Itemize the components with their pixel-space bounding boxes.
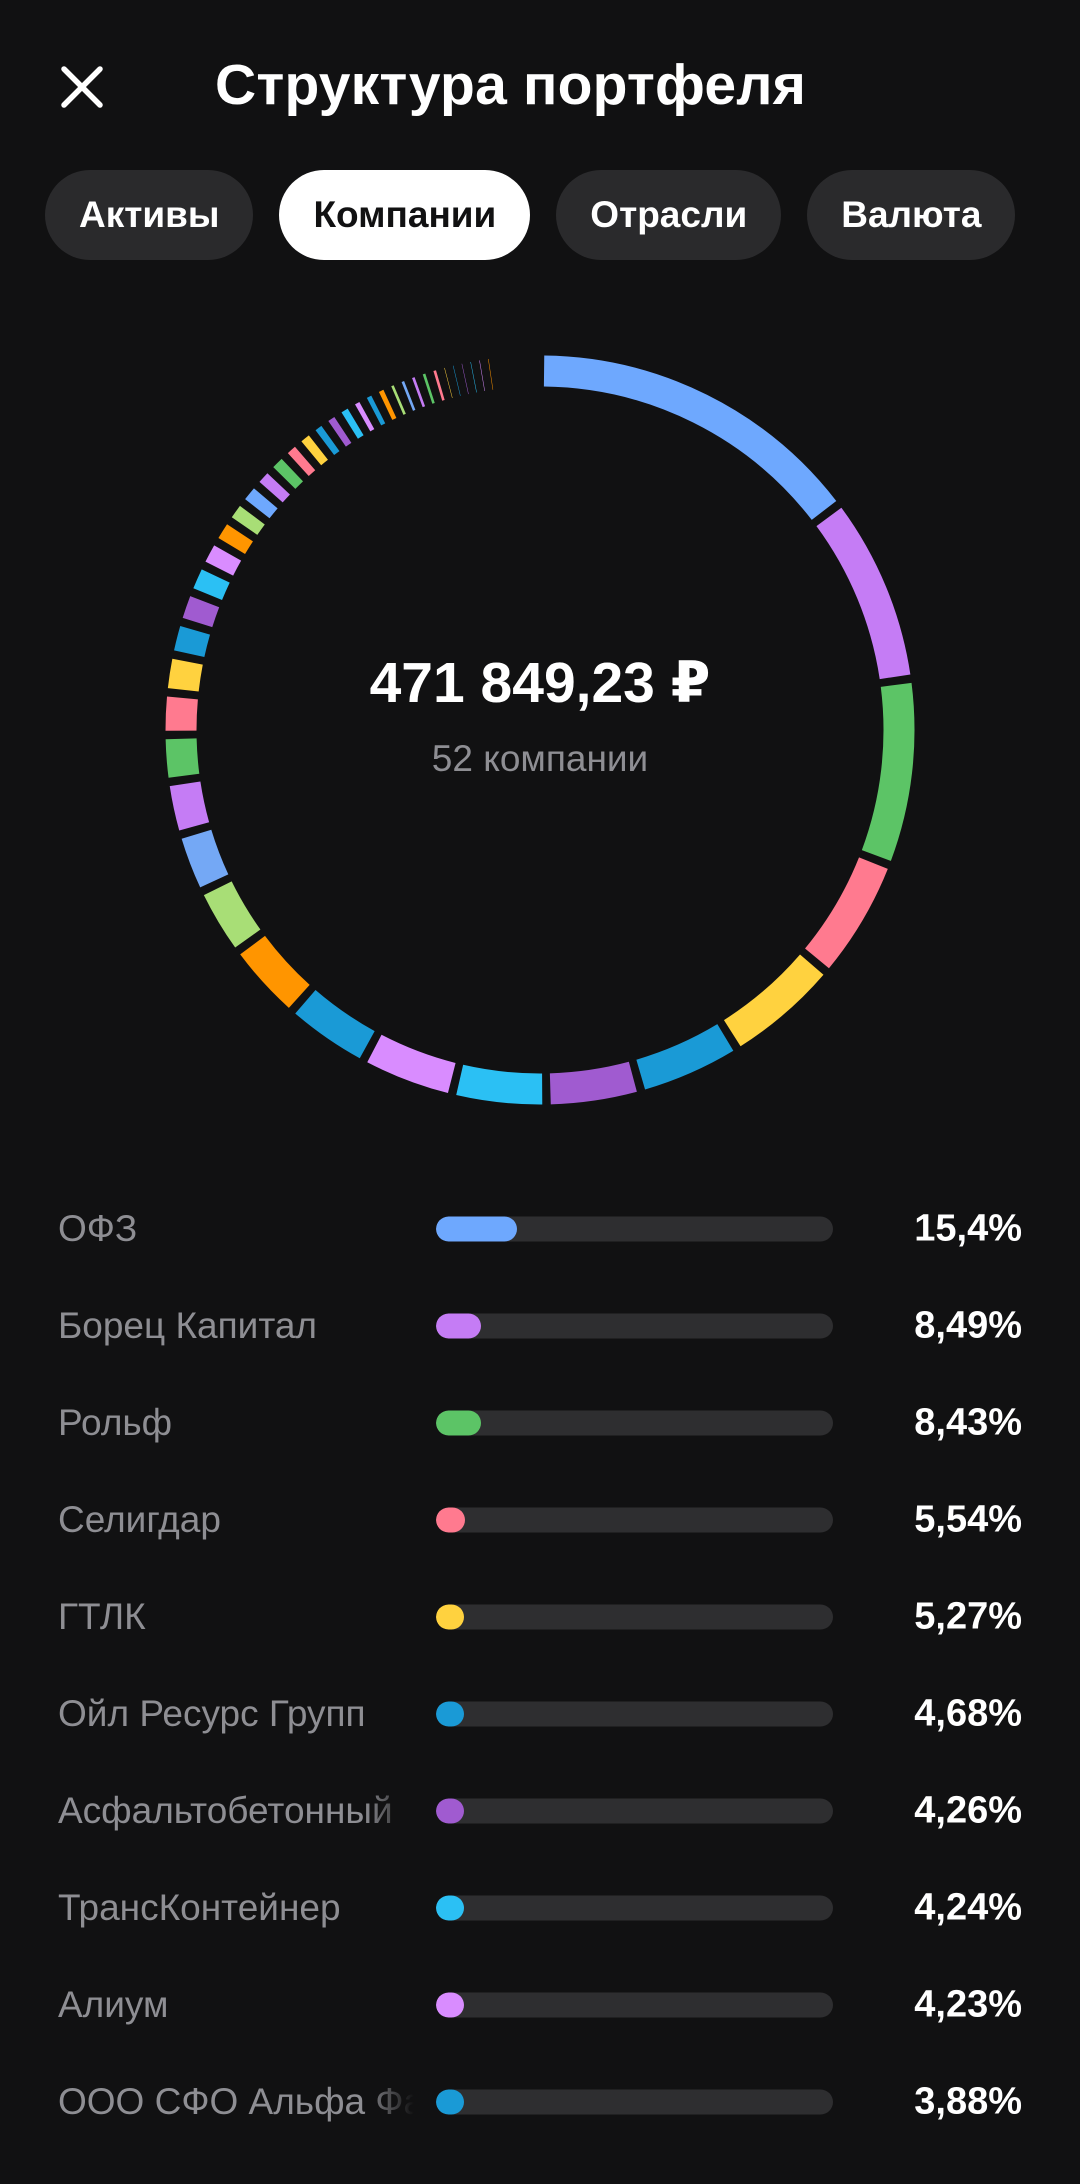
- share-bar-fill: [436, 1798, 464, 1823]
- list-item[interactable]: Селигдар 5,54%: [0, 1471, 1080, 1568]
- company-name: ОФЗ: [58, 1207, 138, 1249]
- company-name: Борец Капитал: [58, 1304, 318, 1346]
- share-bar-fill: [436, 1895, 464, 1920]
- close-button[interactable]: [50, 55, 114, 119]
- share-bar-fill: [436, 1992, 464, 2017]
- list-item[interactable]: ТрансКонтейнер 4,24%: [0, 1859, 1080, 1956]
- share-bar-track: [436, 1313, 833, 1338]
- company-name: Рольф: [58, 1401, 173, 1443]
- list-item[interactable]: ОФЗ 15,4%: [0, 1180, 1080, 1277]
- share-bar-track: [436, 1895, 833, 1920]
- share-bar-fill: [436, 1507, 466, 1532]
- company-percent: 4,26%: [914, 1789, 1022, 1831]
- list-item[interactable]: Ойл Ресурс Групп 4,68%: [0, 1665, 1080, 1762]
- share-bar-track: [436, 1410, 833, 1435]
- list-item[interactable]: Борец Капитал 8,49%: [0, 1277, 1080, 1374]
- company-name: Алиум: [58, 1983, 169, 2025]
- share-bar-fill: [436, 1216, 518, 1241]
- tab-companies[interactable]: Компании: [279, 170, 531, 260]
- share-bar-track: [436, 1701, 833, 1726]
- company-percent: 4,23%: [914, 1983, 1022, 2025]
- company-name: Асфальтобетонный: [58, 1789, 393, 1831]
- company-name: Селигдар: [58, 1498, 221, 1540]
- companies-count: 52 компании: [431, 738, 649, 779]
- share-bar-track: [436, 2089, 833, 2114]
- portfolio-total: 471 849,23 ₽: [369, 651, 711, 715]
- share-bar-fill: [436, 1604, 464, 1629]
- list-item[interactable]: Асфальтобетонный 4,26%: [0, 1762, 1080, 1859]
- company-name: ГТЛК: [58, 1595, 146, 1637]
- page-title: Структура портфеля: [215, 53, 807, 117]
- share-bar-track: [436, 1798, 833, 1823]
- share-bar-fill: [436, 1410, 481, 1435]
- company-percent: 8,49%: [914, 1304, 1022, 1346]
- company-percent: 15,4%: [914, 1207, 1022, 1249]
- company-percent: 5,27%: [914, 1595, 1022, 1637]
- list-item[interactable]: Алиум 4,23%: [0, 1956, 1080, 2053]
- share-bar-fill: [436, 1313, 481, 1338]
- tab-industries[interactable]: Отрасли: [556, 170, 782, 260]
- portfolio-donut-chart: 471 849,23 ₽ 52 компании: [150, 340, 930, 1120]
- company-percent: 4,24%: [914, 1886, 1022, 1928]
- list-item[interactable]: Рольф 8,43%: [0, 1374, 1080, 1471]
- tab-bar: Активы Компании Отрасли Валюта: [45, 170, 1016, 260]
- company-percent: 8,43%: [914, 1401, 1022, 1443]
- donut-center: 471 849,23 ₽ 52 компании: [150, 340, 930, 1120]
- list-item[interactable]: ГТЛК 5,27%: [0, 1568, 1080, 1665]
- company-percent: 5,54%: [914, 1498, 1022, 1540]
- share-bar-track: [436, 1216, 833, 1241]
- company-name: ТрансКонтейнер: [58, 1886, 341, 1928]
- tab-currency[interactable]: Валюта: [807, 170, 1016, 260]
- company-percent: 4,68%: [914, 1692, 1022, 1734]
- company-name: Ойл Ресурс Групп: [58, 1692, 366, 1734]
- share-bar-fill: [436, 1701, 464, 1726]
- share-bar-track: [436, 1507, 833, 1532]
- company-percent: 3,88%: [914, 2080, 1022, 2122]
- company-name: ООО СФО Альфа Фа: [58, 2080, 414, 2122]
- tab-assets[interactable]: Активы: [45, 170, 254, 260]
- list-item[interactable]: ООО СФО Альфа Фа 3,88%: [0, 2053, 1080, 2150]
- share-bar-fill: [436, 2089, 464, 2114]
- header: Структура портфеля: [0, 0, 1080, 160]
- share-bar-track: [436, 1992, 833, 2017]
- close-icon: [61, 66, 103, 108]
- share-bar-track: [436, 1604, 833, 1629]
